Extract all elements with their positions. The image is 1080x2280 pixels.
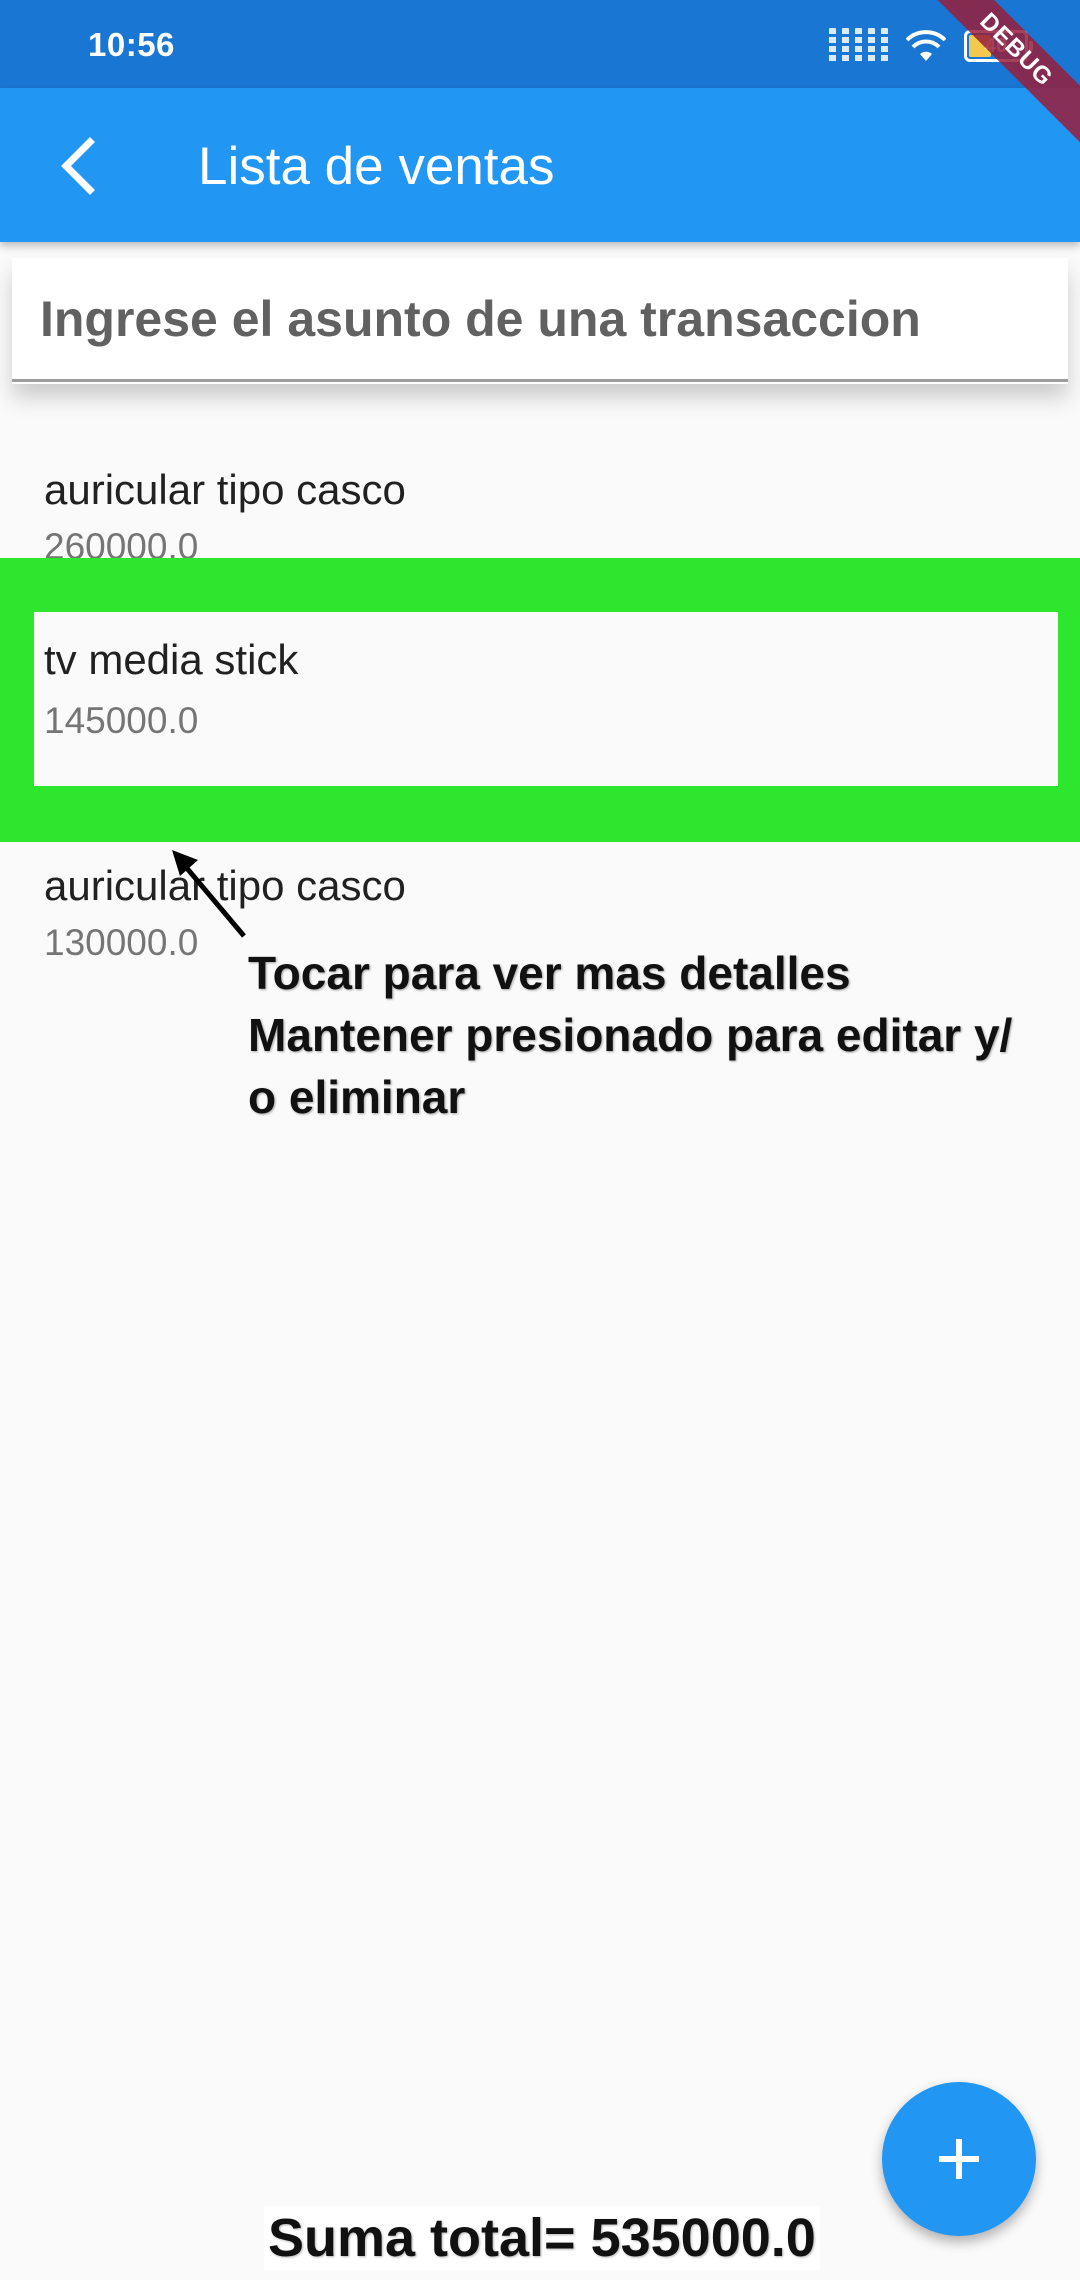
- page-title: Lista de ventas: [198, 137, 555, 196]
- plus-icon: [939, 2139, 979, 2179]
- signal-icon: [829, 28, 888, 64]
- total-label: Suma total= 535000.0: [268, 2208, 816, 2268]
- tutorial-hint: Tocar para ver mas detalles Mantener pre…: [248, 942, 1048, 1128]
- hint-line: o eliminar: [248, 1071, 466, 1123]
- total-bar: Suma total= 535000.0: [264, 2206, 820, 2270]
- item-title: auricular tipo casco: [44, 466, 406, 513]
- tutorial-highlight: tv media stick 145000.0: [0, 558, 1080, 842]
- app-bar: Lista de ventas: [0, 88, 1080, 242]
- arrow-icon: [172, 850, 246, 938]
- hint-line: Tocar para ver mas detalles: [248, 947, 851, 999]
- status-time: 10:56: [88, 26, 175, 63]
- search-input[interactable]: [12, 258, 1068, 382]
- hint-line: Mantener presionado para editar y/: [248, 1009, 1013, 1061]
- add-sale-button[interactable]: [882, 2082, 1036, 2236]
- chevron-left-icon: [61, 137, 95, 195]
- search-card: [12, 258, 1068, 384]
- item-subtitle: 145000.0: [44, 700, 199, 741]
- back-button[interactable]: [36, 124, 120, 208]
- list-item[interactable]: tv media stick 145000.0: [34, 612, 1058, 786]
- wifi-icon: [906, 30, 946, 61]
- status-bar: 10:56 40: [0, 0, 1080, 88]
- item-title: tv media stick: [44, 636, 299, 683]
